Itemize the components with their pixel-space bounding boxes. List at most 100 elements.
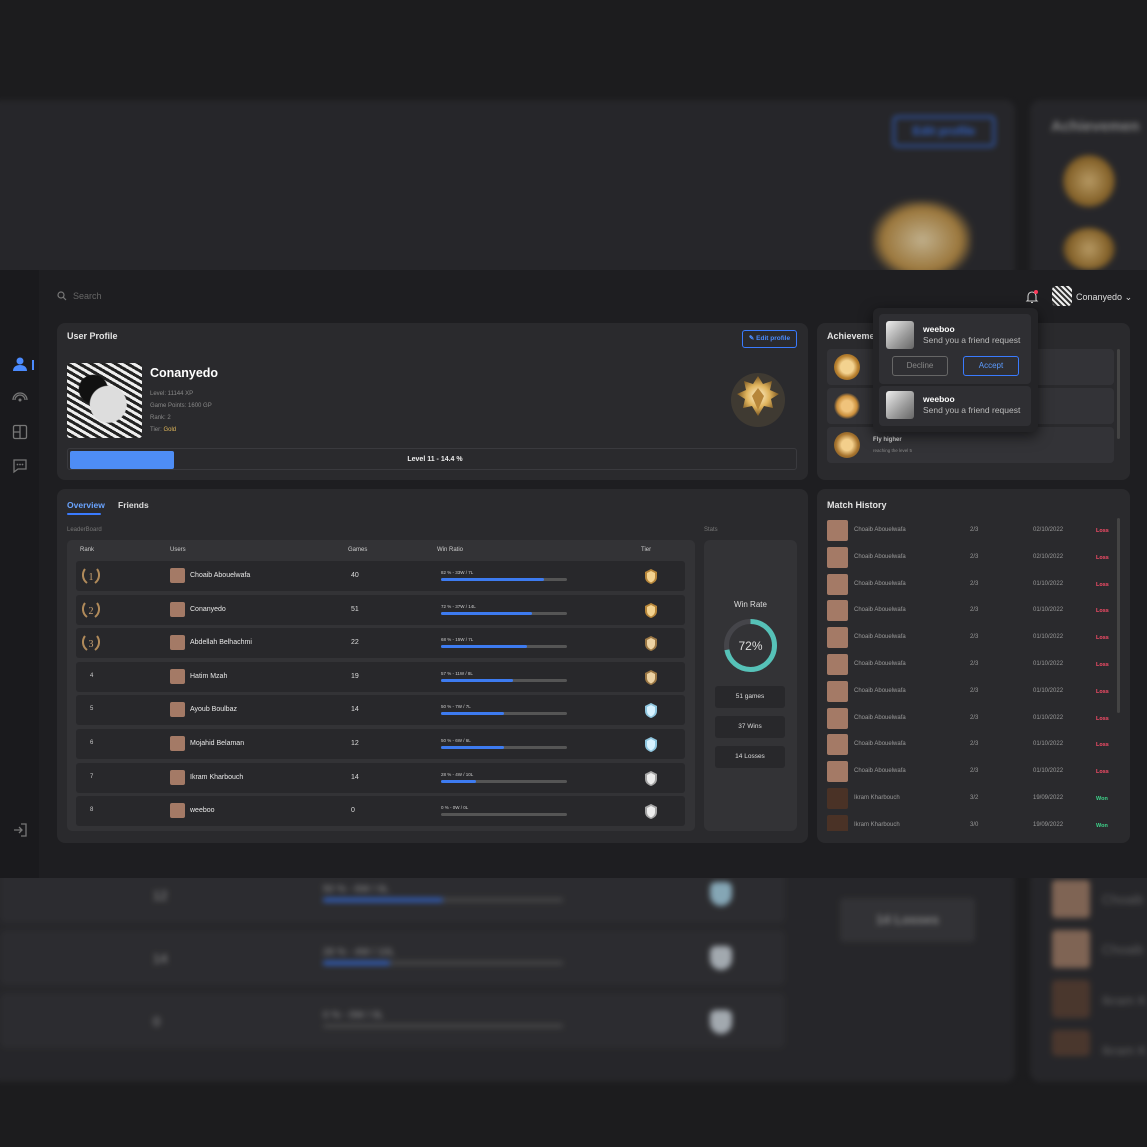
cross-medal-icon [834,393,860,419]
notification-avatar [886,391,914,419]
bg-name: Ikram K [1102,993,1147,1008]
avatar [827,600,848,622]
edit-profile-button[interactable]: ✎ Edit profile [742,330,797,348]
search-input[interactable]: Search [57,291,102,301]
match-score: 2/3 [970,714,979,721]
match-score: 2/3 [970,768,979,775]
tier-value: Gold [163,427,177,433]
search-placeholder: Search [73,291,102,301]
avatar [827,627,848,649]
username-label: Conanyedo [1076,292,1123,302]
match-result: Won [1096,822,1108,829]
decline-button[interactable]: Decline [892,356,948,376]
match-score: 2/3 [970,741,979,748]
profile-name: Conanyedo [150,366,219,380]
bg-medal-icon [1063,228,1115,270]
match-date: 02/10/2022 [1033,553,1064,560]
match-date: 01/10/2022 [1033,741,1064,748]
profile-picture [67,363,142,438]
bg-avatar [1052,1030,1090,1056]
match-date: 19/09/2022 [1033,795,1064,801]
search-icon [57,291,67,301]
match-score: 2/3 [970,607,979,614]
chevron-down-icon: ⌄ [1124,292,1133,302]
bg-games: 12 [153,888,168,903]
match-score: 3/0 [970,821,979,828]
sun-medal-icon [834,354,860,380]
tab-overview[interactable]: Overview [67,500,105,510]
opponent-name: Choaib Abouelwafa [854,768,906,775]
match-date: 01/10/2022 [1033,768,1064,775]
match-history-scrollbar[interactable] [1117,518,1120,713]
notification-message: Send you a friend request [923,405,1021,415]
match-result: Won [1096,796,1108,802]
achievements-scrollbar[interactable] [1117,349,1120,439]
radar-icon[interactable] [11,390,29,408]
avatar[interactable] [1052,286,1072,306]
match-score: 2/3 [970,527,979,533]
avatar [827,707,848,729]
bg-achievements-title: Achievemen [1051,118,1140,135]
tab-underline [67,513,101,515]
avatar [827,520,848,541]
avatar [827,788,848,809]
avatar [827,546,848,568]
match-date: 01/10/2022 [1033,580,1064,587]
match-date: 01/10/2022 [1033,714,1064,721]
opponent-name: Ikram Kharbouch [854,795,900,801]
profile-tier: Tier: Gold [150,427,176,433]
match-date: 01/10/2022 [1033,607,1064,614]
notification-sender: weeboo [923,394,955,404]
achievement-desc: reaching the level 5 [873,448,913,453]
avatar [827,573,848,595]
bg-avatar [1052,880,1090,918]
match-result: Loss [1096,715,1109,722]
match-result: Loss [1096,662,1109,668]
match-date: 01/10/2022 [1033,687,1064,694]
match-date: 02/10/2022 [1033,527,1064,533]
bg-tier-icon [710,946,732,970]
bg-ratio: 50 % - 6W / 6L [323,884,390,895]
notification-sender: weeboo [923,324,955,334]
opponent-name: Choaib Abouelwafa [854,607,906,614]
avatar [827,680,848,702]
user-icon[interactable] [11,356,29,374]
match-result: Loss [1096,688,1109,695]
match-score: 2/3 [970,553,979,560]
opponent-name: Choaib Abouelwafa [854,527,906,533]
accept-button[interactable]: Accept [963,356,1019,376]
bg-tier-icon [710,1010,732,1034]
notification-message: Send you a friend request [923,335,1021,345]
match-result: Loss [1096,769,1109,776]
xp-progress-text: Level 11 - 14.4 % [407,456,463,463]
profile-rank: Rank: 2 [150,415,171,421]
bg-medal-icon [1063,155,1115,207]
opponent-name: Choaib Abouelwafa [854,687,906,694]
notification-avatar [886,321,914,349]
gold-rank-icon [731,373,785,427]
notification-dot [1034,290,1038,294]
game-board-icon[interactable] [11,424,29,442]
bg-tier-icon [710,882,732,906]
tab-friends[interactable]: Friends [118,500,149,510]
bg-games: 0 [153,1014,161,1029]
panel-title: User Profile [67,331,118,341]
username-menu[interactable]: Conanyedo ⌄ [1076,292,1132,303]
bg-losses-pill: 14 Losses [840,898,975,942]
opponent-name: Choaib Abouelwafa [854,714,906,721]
match-score: 2/3 [970,687,979,694]
bg-avatar [1052,980,1090,1018]
bg-ratio-bar [323,1024,563,1028]
avatar [827,814,848,831]
match-score: 2/3 [970,661,979,667]
achievement-item [827,427,1114,463]
match-date: 01/10/2022 [1033,661,1064,667]
avatar [827,654,848,675]
opponent-name: Choaib Abouelwafa [854,634,906,641]
match-result: Loss [1096,528,1109,534]
match-result: Loss [1096,635,1109,642]
match-result: Loss [1096,554,1109,561]
pencil-icon: ✎ [748,335,755,342]
opponent-name: Choaib Abouelwafa [854,741,906,748]
bg-name: Choaib [1102,892,1144,907]
